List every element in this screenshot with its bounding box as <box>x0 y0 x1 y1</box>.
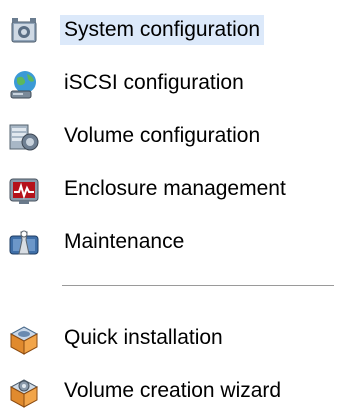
menu-item-system-configuration[interactable]: System configuration <box>0 4 342 57</box>
menu-item-label: Quick installation <box>64 326 223 349</box>
menu-item-enclosure-management[interactable]: Enclosure management <box>0 163 342 216</box>
menu-item-quick-installation[interactable]: Quick installation <box>0 312 342 365</box>
iscsi-globe-icon <box>8 69 40 101</box>
menu-item-iscsi-configuration[interactable]: iSCSI configuration <box>0 57 342 110</box>
menu-item-volume-creation-wizard[interactable]: Volume creation wizard <box>0 365 342 416</box>
volume-config-icon <box>8 122 40 154</box>
menu-item-label: System configuration <box>60 15 265 45</box>
main-menu: System configuration iSCSI configuration <box>0 4 342 269</box>
menu-item-label: iSCSI configuration <box>64 71 244 94</box>
menu-item-label: Volume creation wizard <box>64 379 282 402</box>
wizard-menu: Quick installation Volume creation wizar… <box>0 312 342 416</box>
menu-divider <box>62 285 334 286</box>
volume-wizard-box-icon <box>8 377 40 409</box>
quick-install-box-icon <box>8 324 40 356</box>
menu-item-maintenance[interactable]: Maintenance <box>0 216 342 269</box>
menu-item-label: Volume configuration <box>64 124 261 147</box>
menu-item-volume-configuration[interactable]: Volume configuration <box>0 110 342 163</box>
menu-item-label: Maintenance <box>64 230 185 253</box>
system-config-icon <box>8 16 40 48</box>
menu-item-label: Enclosure management <box>64 177 286 200</box>
maintenance-wrench-icon <box>8 228 40 260</box>
enclosure-monitor-icon <box>8 175 40 207</box>
